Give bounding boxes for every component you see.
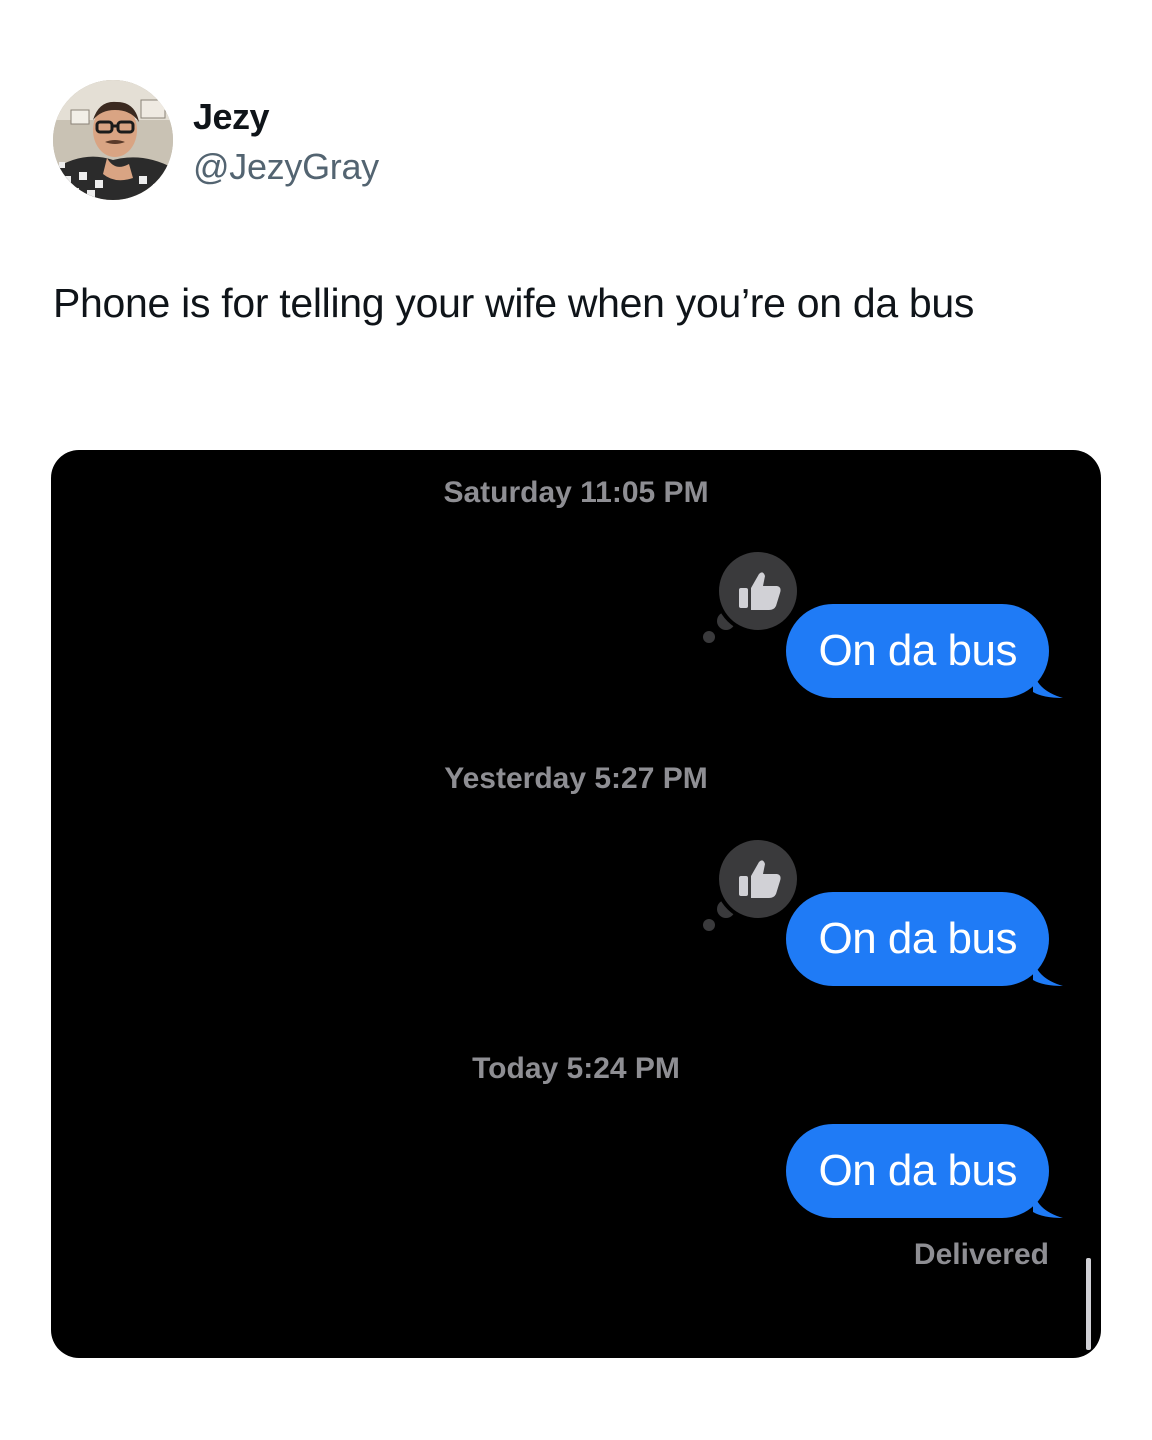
sent-message-bubble[interactable]: On da bus [786,604,1063,698]
message-timestamp: Yesterday 5:27 PM [444,762,708,795]
tapback-tail-dot [703,919,715,931]
message-text: On da bus [818,1146,1017,1195]
tweet-media-screenshot[interactable]: Saturday 11:05 PM On da bus Yesterday 5:… [51,450,1101,1358]
delivery-status: Delivered [913,1238,1049,1271]
bubble-tail [1033,1188,1063,1218]
message-text: On da bus [818,914,1017,963]
tapback-reaction[interactable] [715,836,801,922]
bubble-tail [1033,668,1063,698]
sent-message-bubble[interactable]: On da bus [786,892,1063,986]
tapback-reaction[interactable] [715,548,801,634]
bubble-tail [1033,956,1063,986]
message-timestamp: Saturday 11:05 PM [443,476,709,509]
scroll-indicator[interactable] [1086,1258,1091,1350]
thumbs-up-icon [739,572,781,610]
thumbs-up-icon [739,860,781,898]
tapback-tail-dot [703,631,715,643]
avatar-photo [53,80,173,200]
tweet-text: Phone is for telling your wife when you’… [53,280,975,326]
author-display-name[interactable]: Jezy [193,96,270,138]
message-text: On da bus [818,626,1017,675]
author-avatar[interactable] [53,80,173,200]
author-handle[interactable]: @JezyGray [193,146,379,188]
message-timestamp: Today 5:24 PM [472,1052,680,1085]
sent-message-bubble[interactable]: On da bus [786,1124,1063,1218]
